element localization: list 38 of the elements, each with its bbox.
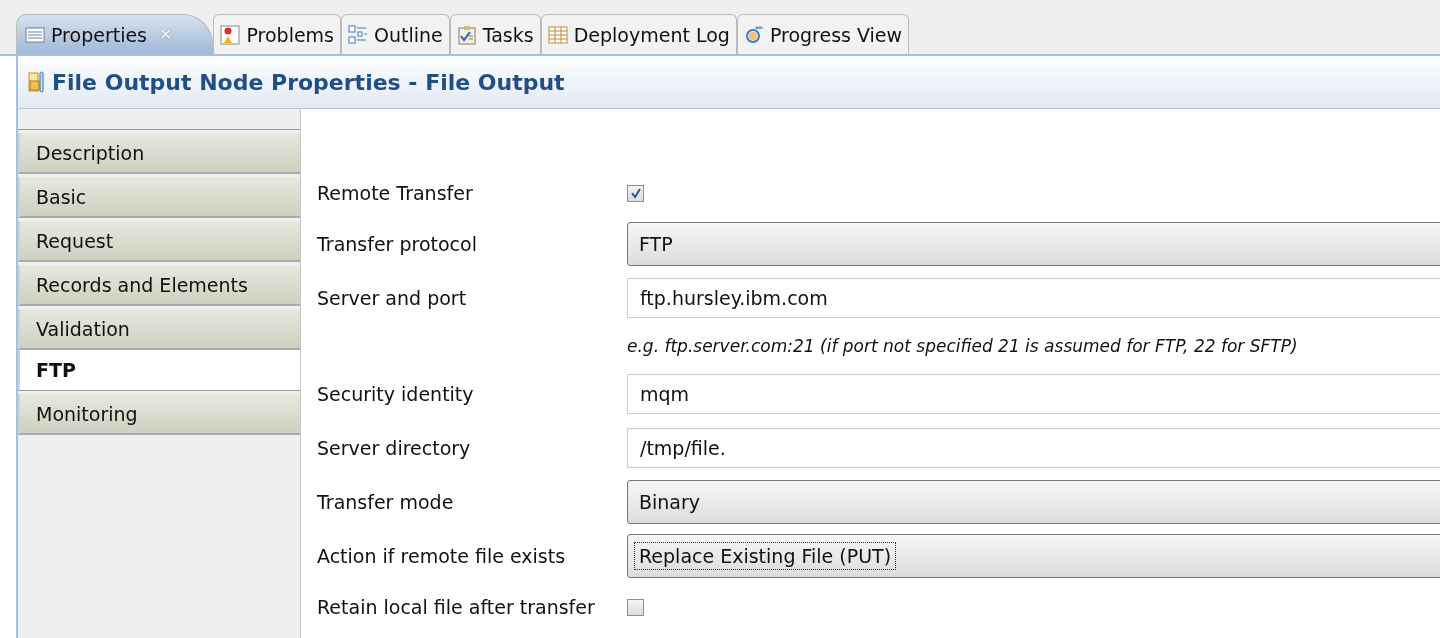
checkbox[interactable] [627,184,644,202]
clipboard-icon [456,24,477,45]
page-title: File Output Node Properties - File Output [52,69,565,95]
dropdown[interactable]: Replace Existing File (PUT) [627,534,1440,578]
view-tab[interactable]: Problems [213,14,341,54]
field-label: Security identity [316,383,475,405]
sidebar-tab[interactable]: Request [18,221,300,262]
view-tab[interactable]: Outline [341,14,450,54]
progress-icon [743,24,764,45]
sidebar-tab[interactable]: Monitoring [18,394,300,435]
field-label: Server directory [316,437,472,459]
view-tab[interactable]: Progress View [736,14,910,54]
outline-icon [348,24,368,45]
problems-icon [220,24,241,45]
sidebar-tab[interactable]: FTP [18,350,300,391]
field-label: Transfer mode [316,491,455,513]
view-tab[interactable]: Deployment Log [540,14,737,54]
dropdown[interactable]: Binary [627,480,1440,524]
checkbox[interactable] [627,598,644,616]
field-label: Action if remote file exists [316,545,567,567]
table-icon [547,24,568,45]
input-field[interactable]: ftp.hursley.ibm.com [627,278,1440,318]
field-label: Server and port [316,287,468,309]
view-tab[interactable]: Tasks [449,14,541,54]
sidebar-tab[interactable]: Description [18,133,300,174]
field-label: Remote Transfer [316,182,474,204]
input-field[interactable]: mqm [627,374,1440,414]
hint-text: e.g. ftp.server.com:21 (if port not specified 21 is assumed for FTP, 22 for SFTP) [627,336,1298,356]
input-field[interactable]: /tmp/file. [627,428,1440,468]
sidebar-tab[interactable]: Basic [18,177,300,218]
view-tab[interactable]: Properties ✕ [16,14,214,54]
folder-node-icon [28,70,44,94]
field-label: Retain local file after transfer [316,596,596,618]
dropdown[interactable]: FTP [627,222,1440,266]
sidebar-tab[interactable]: Validation [18,309,300,350]
sidebar-tab[interactable]: Records and Elements [18,265,300,306]
field-label: Transfer protocol [316,233,478,255]
list-icon [25,24,45,45]
